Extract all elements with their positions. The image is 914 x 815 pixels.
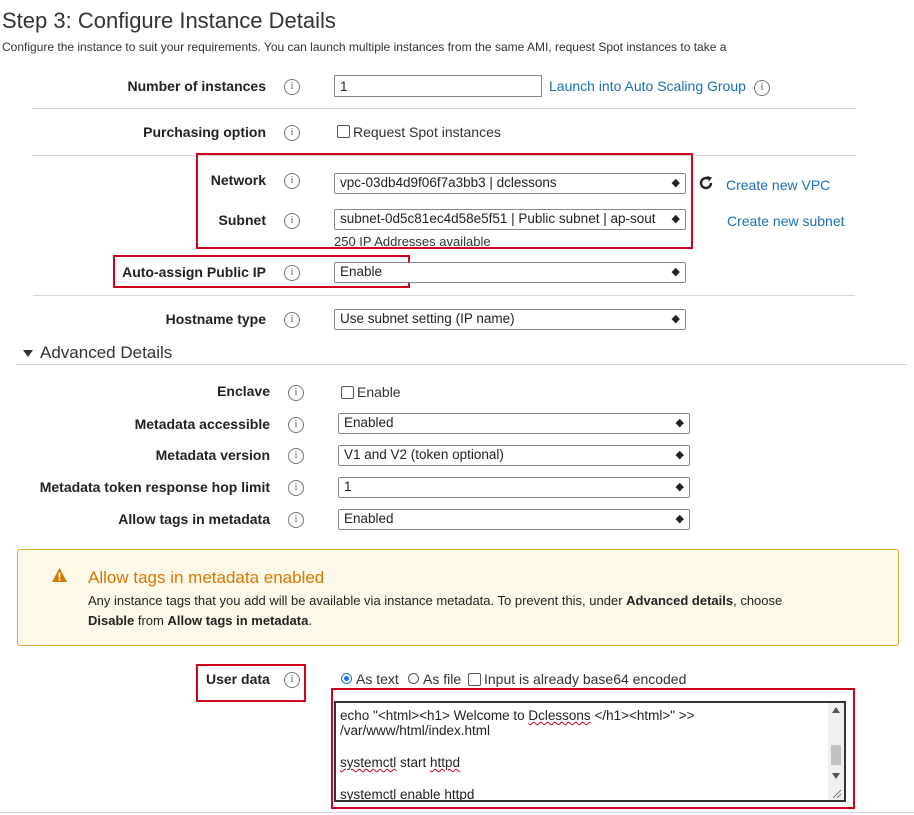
as-file-radio[interactable]: [408, 673, 419, 684]
purchasing-option-label: Purchasing option: [143, 124, 266, 140]
network-label: Network: [210, 172, 266, 188]
enclave-enable-label: Enable: [357, 384, 401, 400]
caret-down-icon[interactable]: [22, 349, 34, 359]
metadata-hop-limit-value: 1: [344, 479, 352, 494]
auto-assign-public-ip-label: Auto-assign Public IP: [122, 264, 266, 280]
launch-auto-scaling-link[interactable]: Launch into Auto Scaling Group: [549, 78, 746, 94]
chevron-down-icon: ◆: [675, 481, 684, 493]
as-file-label: As file: [423, 671, 462, 687]
chevron-down-icon: ◆: [671, 177, 680, 189]
divider: [33, 295, 855, 296]
user-data-label: User data: [206, 671, 270, 687]
network-select[interactable]: vpc-03db4d9f06f7a3bb3 | dclessons ◆: [334, 173, 686, 194]
user-data-textarea[interactable]: echo "<html><h1> Welcome to Dclessons </…: [334, 701, 846, 802]
metadata-accessible-select[interactable]: Enabled ◆: [338, 413, 690, 434]
metadata-version-select[interactable]: V1 and V2 (token optional) ◆: [338, 445, 690, 466]
user-data-line-3: systemctl start httpd: [340, 755, 461, 770]
subnet-select[interactable]: subnet-0d5c81ec4d58e5f51 | Public subnet…: [334, 209, 686, 230]
info-icon[interactable]: i: [284, 672, 300, 688]
warning-icon: [52, 568, 67, 582]
info-icon[interactable]: i: [284, 173, 300, 189]
create-new-vpc-link[interactable]: Create new VPC: [726, 177, 830, 193]
chevron-down-icon: ◆: [675, 449, 684, 461]
metadata-version-value: V1 and V2 (token optional): [344, 447, 504, 462]
info-icon[interactable]: i: [754, 80, 770, 96]
number-of-instances-input[interactable]: [334, 75, 542, 97]
number-of-instances-label: Number of instances: [127, 78, 266, 94]
info-icon[interactable]: i: [288, 385, 304, 401]
info-icon[interactable]: i: [284, 213, 300, 229]
warning-text-line2: Disable from Allow tags in metadata.: [88, 613, 312, 628]
chevron-down-icon: ◆: [671, 213, 680, 225]
base64-checkbox[interactable]: [468, 673, 481, 686]
metadata-accessible-label: Metadata accessible: [134, 416, 270, 432]
ip-addresses-note: 250 IP Addresses available: [334, 234, 491, 249]
warning-text-line1: Any instance tags that you add will be a…: [88, 593, 783, 608]
auto-assign-public-ip-select[interactable]: Enable ◆: [334, 262, 686, 283]
chevron-down-icon: ◆: [675, 417, 684, 429]
info-icon[interactable]: i: [284, 125, 300, 141]
hostname-type-select[interactable]: Use subnet setting (IP name) ◆: [334, 309, 686, 330]
advanced-details-heading[interactable]: Advanced Details: [40, 343, 172, 363]
user-data-line-1: echo "<html><h1> Welcome to Dclessons </…: [340, 708, 695, 723]
hostname-type-value: Use subnet setting (IP name): [340, 311, 515, 326]
textarea-scrollbar[interactable]: [828, 703, 844, 800]
chevron-down-icon: ◆: [671, 313, 680, 325]
hostname-type-label: Hostname type: [165, 311, 266, 327]
scrollbar-thumb[interactable]: [831, 745, 841, 765]
enclave-checkbox[interactable]: [341, 386, 354, 399]
enclave-label: Enclave: [217, 383, 270, 399]
scroll-down-icon[interactable]: [832, 773, 840, 779]
info-icon[interactable]: i: [288, 480, 304, 496]
resize-handle-icon[interactable]: [831, 788, 841, 798]
allow-tags-value: Enabled: [344, 511, 394, 526]
subnet-value: subnet-0d5c81ec4d58e5f51 | Public subnet…: [340, 211, 656, 226]
chevron-down-icon: ◆: [675, 513, 684, 525]
base64-label: Input is already base64 encoded: [484, 671, 687, 687]
scroll-up-icon[interactable]: [832, 707, 840, 713]
as-text-radio[interactable]: [341, 673, 352, 684]
metadata-version-label: Metadata version: [155, 447, 270, 463]
refresh-icon[interactable]: [697, 174, 715, 192]
allow-tags-label: Allow tags in metadata: [118, 511, 270, 527]
divider: [33, 108, 855, 109]
metadata-hop-limit-select[interactable]: 1 ◆: [338, 477, 690, 498]
as-text-label: As text: [356, 671, 399, 687]
info-icon[interactable]: i: [284, 312, 300, 328]
user-data-line-2: /var/www/html/index.html: [340, 723, 491, 738]
info-icon[interactable]: i: [284, 79, 300, 95]
request-spot-label: Request Spot instances: [353, 124, 501, 140]
info-icon[interactable]: i: [284, 265, 300, 281]
allow-tags-select[interactable]: Enabled ◆: [338, 509, 690, 530]
auto-assign-value: Enable: [340, 264, 383, 279]
page-title: Step 3: Configure Instance Details: [2, 8, 336, 33]
metadata-accessible-value: Enabled: [344, 415, 394, 430]
info-icon[interactable]: i: [288, 512, 304, 528]
page-subtitle: Configure the instance to suit your requ…: [2, 40, 727, 54]
divider: [0, 812, 914, 813]
create-new-subnet-link[interactable]: Create new subnet: [727, 213, 845, 229]
subnet-label: Subnet: [218, 212, 266, 228]
chevron-down-icon: ◆: [671, 266, 680, 278]
warning-alert: Allow tags in metadata enabled Any insta…: [17, 549, 899, 646]
info-icon[interactable]: i: [288, 417, 304, 433]
warning-title: Allow tags in metadata enabled: [88, 568, 325, 587]
divider: [16, 364, 907, 365]
user-data-line-4: systemctl enable httpd: [340, 787, 475, 802]
info-icon[interactable]: i: [288, 448, 304, 464]
request-spot-checkbox[interactable]: [337, 125, 350, 138]
network-value: vpc-03db4d9f06f7a3bb3 | dclessons: [340, 175, 557, 190]
metadata-hop-limit-label: Metadata token response hop limit: [39, 479, 270, 495]
